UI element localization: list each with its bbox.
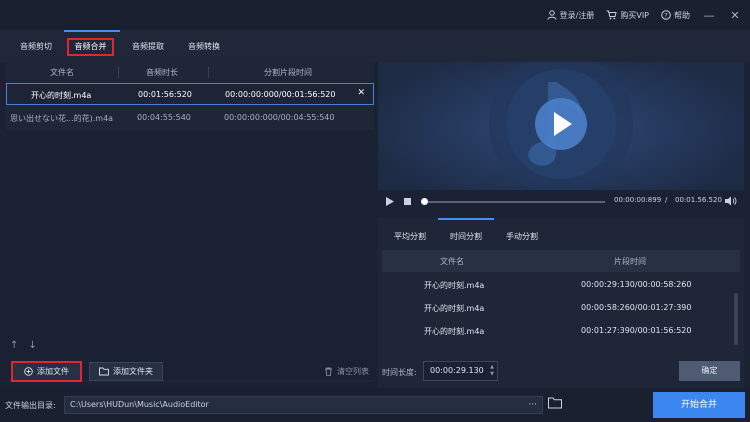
trash-icon (325, 367, 332, 376)
row-segment-time: 00:00:00:000/00:04:55:540 (224, 113, 335, 122)
player-controls: 00:00:00:899 / 00:01.56.520 (378, 190, 744, 212)
split-tab-indicator (438, 218, 494, 220)
buy-vip-button[interactable]: 购买VIP (606, 10, 649, 21)
segment-scrollbar[interactable] (734, 293, 738, 345)
login-label: 登录/注册 (559, 10, 595, 20)
play-icon[interactable] (386, 197, 394, 206)
row-duration: 00:01:56:520 (138, 90, 192, 99)
add-file-label: 添加文件 (37, 367, 69, 376)
row-segment-time: 00:00:29:130/00:00:58:260 (581, 280, 692, 289)
help-label: 帮助 (674, 10, 690, 20)
col-segment-time: 分割片段时间 (264, 68, 312, 77)
table-row[interactable]: 开心的时刻.m4a 00:01:27:390/00:01:56:520 (382, 319, 740, 342)
tab-time-split[interactable]: 时间分割 (450, 231, 482, 242)
row-segment-time: 00:01:27:390/00:01:56:520 (581, 326, 692, 335)
title-bar-actions: 登录/注册 购买VIP ? 帮助 — ✕ (547, 0, 742, 30)
confirm-button[interactable]: 确定 (679, 361, 740, 381)
reorder-controls: ↑ ↓ (10, 340, 37, 351)
row-file-name: 开心的时刻.m4a (31, 91, 92, 100)
output-path-value: C:\Users\HUDun\Music\AudioEditor (70, 400, 209, 409)
minimize-button[interactable]: — (702, 8, 716, 22)
tab-audio-merge[interactable]: 音频合并 (67, 38, 114, 56)
progress-track[interactable] (422, 201, 605, 203)
split-panel: 平均分割 时间分割 手动分割 文件名 片段时间 开心的时刻.m4a 00:00:… (378, 218, 744, 388)
tab-average-split[interactable]: 平均分割 (394, 231, 426, 242)
browse-dots-button[interactable]: ··· (528, 397, 537, 413)
output-dir-label: 文件输出目录: (5, 401, 56, 410)
row-file-name: 开心的时刻.m4a (424, 327, 485, 336)
row-file-name: 开心的时刻.m4a (424, 281, 485, 290)
main-tabs: 音频剪切 音频合并 音频提取 音频转换 (0, 30, 750, 62)
table-row[interactable]: 开心的时刻.m4a 00:00:58:260/00:01:27:390 (382, 296, 740, 319)
length-value: 00:00:29.130 (430, 366, 484, 375)
volume-icon[interactable] (725, 196, 737, 206)
buy-vip-label: 购买VIP (620, 10, 649, 20)
length-input[interactable]: 00:00:29.130 ▲ ▼ (423, 361, 498, 381)
help-icon: ? (661, 10, 671, 20)
col-file-name: 文件名 (440, 257, 464, 266)
svg-text:?: ? (664, 12, 667, 20)
close-window-button[interactable]: ✕ (728, 8, 742, 22)
move-up-icon[interactable]: ↑ (10, 340, 18, 351)
move-down-icon[interactable]: ↓ (28, 340, 36, 351)
start-merge-button[interactable]: 开始合并 (653, 392, 745, 418)
table-row[interactable]: 开心的时刻.m4a 00:00:29:130/00:00:58:260 (382, 273, 740, 296)
table-row[interactable]: 开心的时刻.m4a 00:01:56:520 00:00:00:000/00:0… (6, 83, 374, 105)
output-bar: 文件输出目录: C:\Users\HUDun\Music\AudioEditor… (0, 388, 750, 422)
help-button[interactable]: ? 帮助 (661, 10, 690, 21)
tab-audio-convert[interactable]: 音频转换 (178, 38, 230, 56)
tab-manual-split[interactable]: 手动分割 (506, 231, 538, 242)
segment-table-header: 文件名 片段时间 (382, 250, 740, 272)
open-folder-icon[interactable] (548, 397, 562, 409)
col-segment-time: 片段时间 (614, 257, 646, 266)
tab-audio-cut[interactable]: 音频剪切 (10, 38, 62, 56)
folder-icon (99, 367, 109, 376)
col-duration: 音频时长 (146, 68, 178, 77)
progress-handle[interactable] (420, 198, 428, 205)
row-duration: 00:04:55:540 (137, 113, 191, 122)
length-stepper[interactable]: ▲ ▼ (490, 364, 494, 378)
stop-icon[interactable] (404, 198, 411, 205)
add-folder-label: 添加文件夹 (113, 367, 153, 376)
cart-icon (606, 10, 617, 20)
file-table-header: 文件名 音频时长 分割片段时间 (6, 62, 374, 82)
col-file-name: 文件名 (50, 68, 74, 77)
length-label: 时间长度: (382, 368, 417, 377)
file-list-panel: 文件名 音频时长 分割片段时间 开心的时刻.m4a 00:01:56:520 0… (6, 62, 374, 382)
output-path-field[interactable]: C:\Users\HUDun\Music\AudioEditor ··· (64, 396, 543, 414)
col-divider (208, 67, 209, 78)
clear-list-button[interactable]: 清空列表 (324, 366, 369, 377)
total-time: 00:01.56.520 (675, 196, 722, 204)
time-separator: / (665, 196, 668, 204)
remove-row-icon[interactable]: ✕ (357, 88, 365, 98)
row-file-name: 开心的时刻.m4a (424, 304, 485, 313)
user-icon (547, 10, 557, 20)
file-list-empty-area (6, 130, 374, 380)
row-segment-time: 00:00:58:260/00:01:27:390 (581, 303, 692, 312)
row-file-name: 思い出せない花...的花).m4a (10, 114, 114, 123)
tab-audio-extract[interactable]: 音频提取 (122, 38, 174, 56)
active-tab-indicator (64, 30, 120, 32)
clear-list-label: 清空列表 (337, 367, 369, 376)
plus-circle-icon (24, 367, 33, 376)
add-folder-button[interactable]: 添加文件夹 (89, 362, 163, 381)
row-segment-time: 00:00:00:000/00:01:56:520 (225, 90, 336, 99)
col-divider (118, 67, 119, 78)
current-time: 00:00:00:899 (614, 196, 662, 204)
table-row[interactable]: 思い出せない花...的花).m4a 00:04:55:540 00:00:00:… (6, 107, 374, 129)
login-button[interactable]: 登录/注册 (547, 10, 595, 21)
title-bar: 登录/注册 购买VIP ? 帮助 — ✕ (0, 0, 750, 30)
add-file-button[interactable]: 添加文件 (11, 361, 82, 382)
